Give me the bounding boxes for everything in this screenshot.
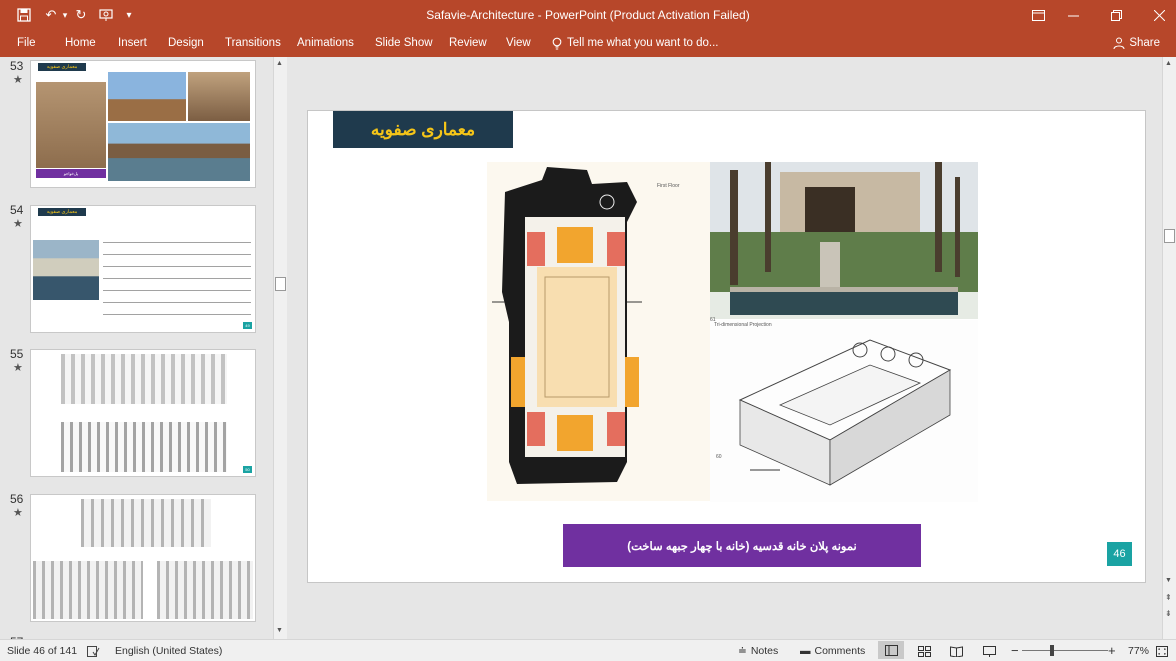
- scroll-up-icon[interactable]: ▲: [1165, 60, 1172, 67]
- tab-file[interactable]: File: [17, 34, 36, 52]
- lightbulb-icon: [552, 37, 562, 49]
- slide-number-badge: 46: [1107, 542, 1132, 566]
- floor-plan-image[interactable]: First Floor: [487, 162, 710, 501]
- slide-show-view-icon[interactable]: [983, 644, 996, 658]
- ribbon-display-options-icon[interactable]: [1027, 5, 1049, 25]
- zoom-out-icon[interactable]: −: [1011, 644, 1019, 658]
- comments-label: Comments: [814, 645, 866, 657]
- zoom-in-icon[interactable]: +: [1108, 644, 1116, 658]
- person-icon: [1113, 37, 1125, 49]
- spell-check-icon[interactable]: [87, 644, 100, 658]
- thumb-55-badge: 50: [243, 466, 252, 473]
- scroll-up-icon[interactable]: ▲: [276, 60, 283, 67]
- thumbnail-scrollbar[interactable]: ▲ ▼: [273, 57, 287, 639]
- slide-counter: Slide 46 of 141: [7, 645, 78, 657]
- thumb-54-text-block: [103, 236, 251, 316]
- slide-caption[interactable]: نمونه پلان خانه قدسیه (خانه با چهار جبهه…: [563, 524, 921, 567]
- thumb-54-badge: 49: [243, 322, 252, 329]
- status-bar: Slide 46 of 141 English (United States) …: [0, 639, 1176, 661]
- comment-icon: ▬: [800, 645, 811, 657]
- thumb-53-caption: پل‌خواجو: [36, 169, 106, 178]
- minimize-icon[interactable]: [1062, 5, 1084, 25]
- share-label: Share: [1129, 37, 1160, 49]
- scroll-down-icon[interactable]: ▼: [276, 627, 283, 634]
- tell-me-text: Tell me what you want to do...: [567, 37, 719, 49]
- language-indicator[interactable]: English (United States): [115, 644, 222, 658]
- ribbon-tabs: File Home Insert Design Transitions Anim…: [0, 30, 1176, 57]
- thumb-53-photo-si-o-se-pol: [108, 123, 250, 181]
- thumb-55-number: 55: [10, 347, 24, 361]
- scroll-down-icon[interactable]: ▼: [1165, 577, 1172, 584]
- thumb-53-title: معماری صفویه: [38, 63, 86, 71]
- thumb-53-animation-star: ★: [13, 74, 23, 86]
- thumb-56-drawing-facade: [81, 499, 211, 547]
- notes-button[interactable]: ≐ Notes: [738, 644, 778, 658]
- tab-slide-show[interactable]: Slide Show: [375, 34, 433, 52]
- tri-dimensional-projection-image[interactable]: Tri-dimensional Projection: [710, 320, 978, 502]
- close-icon[interactable]: [1148, 5, 1170, 25]
- zoom-slider-thumb[interactable]: [1050, 645, 1054, 656]
- plan-number: 60: [716, 454, 722, 460]
- tab-review[interactable]: Review: [449, 34, 487, 52]
- comments-button[interactable]: ▬ Comments: [800, 644, 865, 658]
- thumb-slide-53[interactable]: معماری صفویه پل‌خواجو: [30, 60, 256, 188]
- thumb-56-drawing-section-left: [33, 561, 143, 619]
- thumb-slide-54[interactable]: معماری صفویه 49: [30, 205, 256, 333]
- thumb-53-photo-bridge: [108, 72, 186, 121]
- thumb-55-animation-star: ★: [13, 362, 23, 374]
- current-slide[interactable]: معماری صفویه First Floor Tri-dimensional…: [307, 110, 1146, 583]
- thumb-54-title: معماری صفویه: [38, 208, 86, 216]
- document-title: Safavie-Architecture - PowerPoint (Produ…: [426, 8, 750, 22]
- previous-slide-icon[interactable]: ⇞: [1165, 593, 1172, 602]
- thumb-56-drawing-section-right: [157, 561, 253, 619]
- thumb-54-number: 54: [10, 203, 24, 217]
- tab-transitions[interactable]: Transitions: [225, 34, 281, 52]
- tab-insert[interactable]: Insert: [118, 34, 147, 52]
- thumb-56-animation-star: ★: [13, 507, 23, 519]
- tab-design[interactable]: Design: [168, 34, 204, 52]
- tell-me-search[interactable]: Tell me what you want to do...: [552, 34, 719, 52]
- zoom-level[interactable]: 77%: [1128, 644, 1149, 658]
- thumb-54-animation-star: ★: [13, 218, 23, 230]
- title-bar: ↶ ▾ ↻ ▾ Safavie-Architecture - PowerPoin…: [0, 0, 1176, 30]
- projection-caption: Tri-dimensional Projection: [714, 322, 772, 328]
- thumb-56-number: 56: [10, 492, 24, 506]
- thumb-53-number: 53: [10, 59, 24, 73]
- thumb-53-photo-arcade: [188, 72, 250, 121]
- share-button[interactable]: Share: [1113, 34, 1160, 52]
- slide-thumbnail-pane: 53 ★ معماری صفویه پل‌خواجو 54 ★ معماری ص…: [0, 57, 289, 639]
- thumb-53-photo-bridge-arch: [36, 82, 106, 168]
- notes-icon: ≐: [738, 645, 747, 657]
- slide-title[interactable]: معماری صفویه: [333, 111, 513, 148]
- normal-view-icon[interactable]: [878, 641, 904, 659]
- slide-scroll-thumb[interactable]: [1164, 229, 1175, 243]
- tab-home[interactable]: Home: [65, 34, 96, 52]
- courtyard-photo-image[interactable]: [710, 162, 978, 319]
- photo-number: 61: [710, 317, 716, 323]
- slide-edit-area: معماری صفویه First Floor Tri-dimensional…: [289, 57, 1162, 639]
- thumb-slide-56[interactable]: [30, 494, 256, 622]
- tab-view[interactable]: View: [506, 34, 531, 52]
- reading-view-icon[interactable]: [950, 644, 963, 658]
- zoom-slider-track[interactable]: [1022, 650, 1108, 651]
- fit-slide-icon[interactable]: [1156, 644, 1168, 658]
- restore-icon[interactable]: [1105, 5, 1127, 25]
- next-slide-icon[interactable]: ⇟: [1165, 609, 1172, 618]
- slide-vertical-scrollbar[interactable]: ▲ ▼ ⇞ ⇟: [1162, 57, 1176, 639]
- plan-label: First Floor: [657, 183, 680, 189]
- thumbnail-scroll-thumb[interactable]: [275, 277, 286, 291]
- notes-label: Notes: [750, 645, 779, 657]
- tab-animations[interactable]: Animations: [297, 34, 354, 52]
- thumb-slide-55[interactable]: 50: [30, 349, 256, 477]
- thumb-54-photo-dam: [33, 240, 99, 300]
- thumb-55-drawing-plan: [61, 354, 227, 404]
- slide-sorter-icon[interactable]: [918, 644, 931, 658]
- thumb-55-drawing-elevation: [61, 422, 227, 472]
